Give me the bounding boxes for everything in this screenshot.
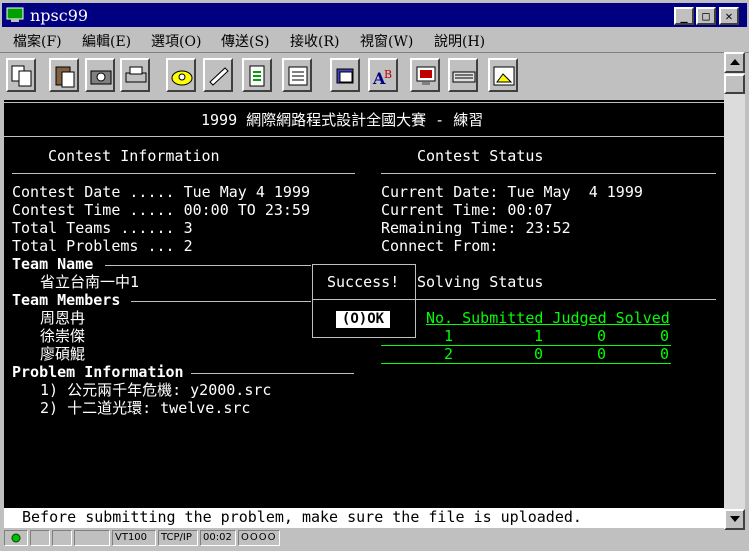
divider <box>4 102 724 103</box>
arrow-up-icon <box>730 59 740 65</box>
terminal-app-icon <box>6 7 24 22</box>
message-line: Before submitting the problem, make sure… <box>4 508 724 528</box>
connect-time: 00:02 <box>200 530 236 546</box>
keyboard-icon[interactable] <box>448 58 478 92</box>
status-cell <box>52 530 72 546</box>
row-submitted: 1 <box>534 327 544 345</box>
menu-help[interactable]: 說明(H) <box>434 31 485 51</box>
menu-window[interactable]: 視窗(W) <box>360 31 413 51</box>
led-indicators: OOOO <box>238 530 280 546</box>
problem-item: 2) 十二道光環: twelve.src <box>40 399 251 417</box>
divider <box>381 299 716 300</box>
scroll-up-button[interactable] <box>724 52 745 73</box>
menu-receive[interactable]: 接收(R) <box>290 31 339 51</box>
row-solved: 0 <box>660 327 670 345</box>
scroll-thumb[interactable] <box>724 74 745 94</box>
contest-time: Contest Time ..... 00:00 TO 23:59 <box>12 201 311 219</box>
window-title: npsc99 <box>30 6 89 25</box>
row-judged: 0 <box>597 327 607 345</box>
team-name: 省立台南一中1 <box>40 273 140 291</box>
solving-status-title: Solving Status <box>417 273 544 291</box>
menu-options[interactable]: 選項(O) <box>151 31 201 51</box>
contest-info-title: Contest Information <box>48 147 220 165</box>
row-solved: 0 <box>660 345 670 363</box>
contest-date: Contest Date ..... Tue May 4 1999 <box>12 183 311 201</box>
row-divider <box>381 363 671 364</box>
connect-from: Connect From: <box>381 237 499 255</box>
scroll-down-button[interactable] <box>724 509 745 530</box>
green-led-icon <box>11 533 21 543</box>
total-problems: Total Problems ... 2 <box>12 237 193 255</box>
contest-status-title: Contest Status <box>417 147 544 165</box>
vertical-scrollbar[interactable] <box>724 52 745 530</box>
menu-file[interactable]: 檔案(F) <box>13 31 62 51</box>
terminal-window: npsc99 _ □ ✕ 檔案(F) 編輯(E) 選項(O) 傳送(S) 接收(… <box>0 0 749 551</box>
row-no: 1 <box>444 327 454 345</box>
upload-message: Before submitting the problem, make sure… <box>22 508 582 526</box>
total-teams: Total Teams ...... 3 <box>12 219 193 237</box>
minimize-button[interactable]: _ <box>674 7 694 25</box>
contest-header: 1999 網際網路程式設計全國大賽 - 練習 <box>201 111 484 129</box>
solving-table-header: No. Submitted Judged Solved <box>426 309 670 327</box>
dialog-message: Success! <box>327 273 400 291</box>
problem-item: 1) 公元兩千年危機: y2000.src <box>40 381 272 399</box>
capture-icon[interactable] <box>488 58 518 92</box>
svg-text:B: B <box>384 68 392 81</box>
current-time: Current Time: 00:07 <box>381 201 553 219</box>
status-cell <box>74 530 110 546</box>
copy-icon[interactable] <box>6 58 36 92</box>
menu-bar: 檔案(F) 編輯(E) 選項(O) 傳送(S) 接收(R) 視窗(W) 說明(H… <box>0 29 749 51</box>
row-judged: 0 <box>597 345 607 363</box>
menu-send[interactable]: 傳送(S) <box>221 31 270 51</box>
protocol: TCP/IP <box>158 530 198 546</box>
transfer-icon[interactable] <box>242 58 272 92</box>
team-name-label: Team Name <box>12 255 94 273</box>
problem-info-label: Problem Information <box>12 363 184 381</box>
current-date: Current Date: Tue May 4 1999 <box>381 183 643 201</box>
team-member: 徐崇傑 <box>40 327 86 345</box>
team-member: 廖碩鯤 <box>40 345 86 363</box>
team-members-label: Team Members <box>12 291 121 309</box>
row-no: 2 <box>444 345 454 363</box>
divider <box>381 173 716 174</box>
team-member: 周恩冉 <box>40 309 86 327</box>
hang-up-icon[interactable] <box>203 58 233 92</box>
maximize-button[interactable]: □ <box>696 7 716 25</box>
status-cell <box>30 530 50 546</box>
ok-button[interactable]: (O)OK <box>336 311 390 328</box>
receive-spell-icon[interactable]: AB <box>368 58 398 92</box>
title-bar[interactable]: npsc99 _ □ ✕ <box>2 3 747 27</box>
paste-icon[interactable] <box>49 58 79 92</box>
monitor-icon[interactable] <box>410 58 440 92</box>
divider <box>12 173 355 174</box>
divider <box>105 265 311 266</box>
print-icon[interactable] <box>120 58 150 92</box>
close-button[interactable]: ✕ <box>719 7 739 25</box>
divider <box>131 301 311 302</box>
camera-icon[interactable] <box>85 58 115 92</box>
divider <box>4 136 724 137</box>
properties-icon[interactable] <box>282 58 312 92</box>
arrow-down-icon <box>730 516 740 522</box>
toolbar: AB <box>0 52 749 97</box>
remaining-time: Remaining Time: 23:52 <box>381 219 571 237</box>
status-bar: VT100 TCP/IP 00:02 OOOO <box>2 530 747 549</box>
divider <box>313 299 415 300</box>
terminal-type: VT100 <box>112 530 156 546</box>
row-divider <box>381 345 671 346</box>
phone-dial-icon[interactable] <box>166 58 196 92</box>
send-file-icon[interactable] <box>330 58 360 92</box>
row-submitted: 0 <box>534 345 544 363</box>
connection-led <box>4 530 28 546</box>
divider <box>191 373 354 374</box>
menu-edit[interactable]: 編輯(E) <box>82 31 131 51</box>
